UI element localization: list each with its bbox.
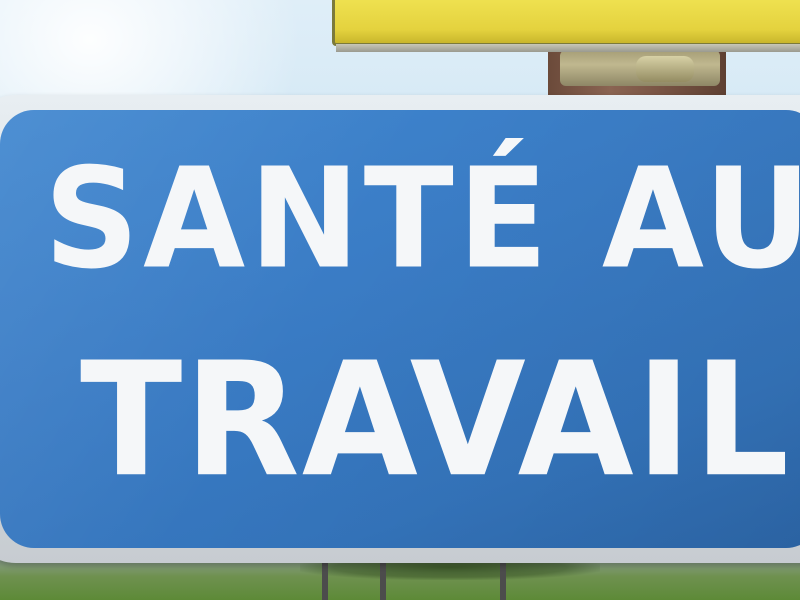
photo-scene: SANTÉ AU TRAVAIL bbox=[0, 0, 800, 600]
background-pole bbox=[322, 560, 328, 600]
clamp-bolt bbox=[636, 56, 694, 82]
road-sign: SANTÉ AU TRAVAIL bbox=[0, 110, 800, 548]
yellow-sign-edge bbox=[336, 44, 800, 52]
sign-line-1: SANTÉ AU bbox=[44, 138, 800, 301]
sign-line-2: TRAVAIL bbox=[80, 329, 792, 513]
background-pole bbox=[380, 560, 386, 600]
background-pole bbox=[500, 560, 506, 600]
yellow-overhead-sign bbox=[332, 0, 800, 46]
